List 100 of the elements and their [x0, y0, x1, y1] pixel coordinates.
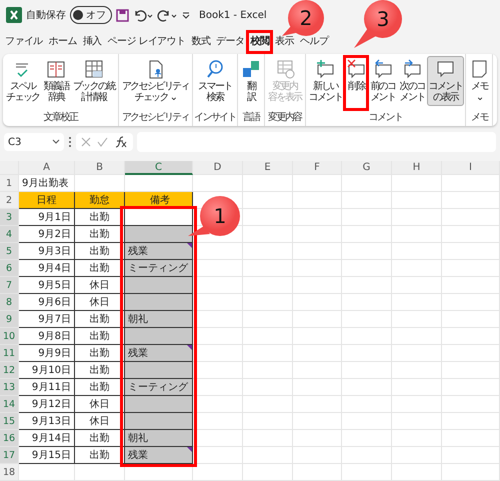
column-header[interactable]: G [342, 161, 392, 175]
check-icon[interactable] [97, 137, 108, 147]
empty-cell[interactable] [125, 226, 193, 243]
ribbon-tab[interactable]: データ [213, 31, 248, 53]
cell[interactable]: 日程 [19, 192, 75, 209]
cell[interactable]: 9月9日 [19, 345, 75, 362]
dropdown-icon[interactable] [52, 139, 60, 145]
row-header[interactable]: 3 [0, 209, 19, 226]
cell[interactable]: 9月5日 [19, 277, 75, 294]
cell[interactable]: 朝礼 [125, 311, 193, 328]
ribbon-tab[interactable]: ファイル [2, 31, 46, 53]
ribbon-button[interactable]: 削除 [344, 56, 368, 95]
column-header[interactable]: D [193, 161, 243, 175]
undo-icon[interactable] [133, 8, 153, 22]
cell[interactable]: 9月2日 [19, 226, 75, 243]
row-header[interactable]: 15 [0, 413, 19, 430]
cell[interactable]: 朝礼 [125, 430, 193, 447]
comment-icon [435, 59, 456, 79]
row-header[interactable]: 2 [0, 192, 19, 209]
row-header[interactable]: 9 [0, 311, 19, 328]
ribbon-button[interactable]: 新しい コメント [306, 56, 344, 106]
cell[interactable]: 9月12日 [19, 396, 75, 413]
row-header[interactable]: 16 [0, 430, 19, 447]
cell[interactable]: 9月13日 [19, 413, 75, 430]
cell[interactable]: ミーティング [125, 260, 193, 277]
ribbon-button[interactable]: 翻 訳 [239, 56, 264, 106]
cell[interactable]: 残業 [125, 447, 193, 464]
column-header[interactable]: B [75, 161, 125, 175]
column-header[interactable]: A [19, 161, 75, 175]
customize-icon[interactable] [181, 10, 191, 20]
column-header[interactable]: C [125, 161, 193, 175]
ribbon-button[interactable]: スマート 検索 [196, 56, 234, 106]
ribbon-button[interactable]: コメント の表示 [426, 56, 464, 106]
empty-cell[interactable] [125, 328, 193, 345]
group-label: 文章校正 [44, 110, 78, 125]
column-header[interactable]: H [392, 161, 442, 175]
row-header[interactable]: 5 [0, 243, 19, 260]
function-icon[interactable] [114, 136, 128, 148]
cell[interactable]: 9月14日 [19, 430, 75, 447]
cell[interactable]: 9月11日 [19, 379, 75, 396]
name-box[interactable]: C3 [4, 133, 64, 151]
ribbon-button[interactable]: アクセシビリティ チェック ⌄ [120, 56, 192, 106]
callout-number: 1 [214, 205, 226, 227]
cell[interactable]: 9月7日 [19, 311, 75, 328]
ribbon-tab[interactable]: ホーム [46, 31, 80, 53]
row-header[interactable]: 17 [0, 447, 19, 464]
cell[interactable]: ミーティング [125, 379, 193, 396]
row-header[interactable]: 8 [0, 294, 19, 311]
group-label: アクセシビリティ [122, 111, 190, 125]
table-icon [84, 59, 104, 79]
ribbon-button[interactable]: 前のコ メント [368, 56, 398, 106]
cell[interactable]: 9月15日 [19, 447, 75, 464]
column-header[interactable]: F [293, 161, 342, 175]
cancel-icon[interactable] [81, 137, 91, 147]
empty-cell[interactable] [125, 294, 193, 311]
cell[interactable]: 出勤 [75, 209, 125, 226]
select-all-corner[interactable] [0, 161, 19, 175]
empty-cell[interactable] [125, 277, 193, 294]
ribbon-tab[interactable]: 数式 [188, 31, 214, 53]
cell[interactable]: 勤怠 [75, 192, 125, 209]
row-header[interactable]: 10 [0, 328, 19, 345]
row-header[interactable]: 18 [0, 464, 19, 481]
cell[interactable]: 9月3日 [19, 243, 75, 260]
empty-cell[interactable] [125, 362, 193, 379]
redo-icon[interactable] [157, 8, 177, 22]
row-header[interactable]: 6 [0, 260, 19, 277]
column-header[interactable]: I [442, 161, 500, 175]
ribbon-button[interactable]: スペル チェック [4, 56, 42, 106]
empty-cell[interactable] [125, 396, 193, 413]
cell[interactable]: 9月10日 [19, 362, 75, 379]
comment-right-arrow-icon [402, 59, 422, 79]
ribbon-tab[interactable]: ヘルプ [297, 31, 332, 53]
ribbon-button[interactable]: 類義語 辞典 [42, 56, 71, 106]
ribbon-button[interactable]: ブックの統 計情報 [70, 56, 117, 106]
row-header[interactable]: 13 [0, 379, 19, 396]
ribbon-tab[interactable]: 表示 [272, 31, 298, 53]
group-label: インサイト [194, 111, 236, 125]
empty-cell[interactable] [125, 413, 193, 430]
row-header[interactable]: 4 [0, 226, 19, 243]
autosave-toggle[interactable]: オフ [70, 6, 112, 24]
row-header[interactable]: 14 [0, 396, 19, 413]
cell[interactable]: 残業 [125, 345, 193, 362]
ribbon-button[interactable]: 次のコ メント [397, 56, 427, 106]
ribbon-tab[interactable]: 挿入 [80, 31, 105, 53]
row-header[interactable]: 1 [0, 175, 19, 192]
row-header[interactable]: 12 [0, 362, 19, 379]
ribbon-button[interactable]: メモ ⌄ [467, 56, 492, 106]
cell[interactable]: 残業 [125, 243, 193, 260]
save-icon[interactable] [116, 8, 129, 22]
table-clock-icon [274, 59, 295, 79]
cell[interactable]: 9月4日 [19, 260, 75, 277]
row-header[interactable]: 11 [0, 345, 19, 362]
cell[interactable]: 9月8日 [19, 328, 75, 345]
ribbon-tab[interactable]: ページ レイアウト [104, 31, 188, 53]
more-icon[interactable] [68, 136, 72, 148]
cell[interactable]: 9月1日 [19, 209, 75, 226]
column-header[interactable]: E [243, 161, 293, 175]
cell[interactable]: 9月6日 [19, 294, 75, 311]
row-header[interactable]: 7 [0, 277, 19, 294]
group-label: コメント [368, 111, 402, 125]
